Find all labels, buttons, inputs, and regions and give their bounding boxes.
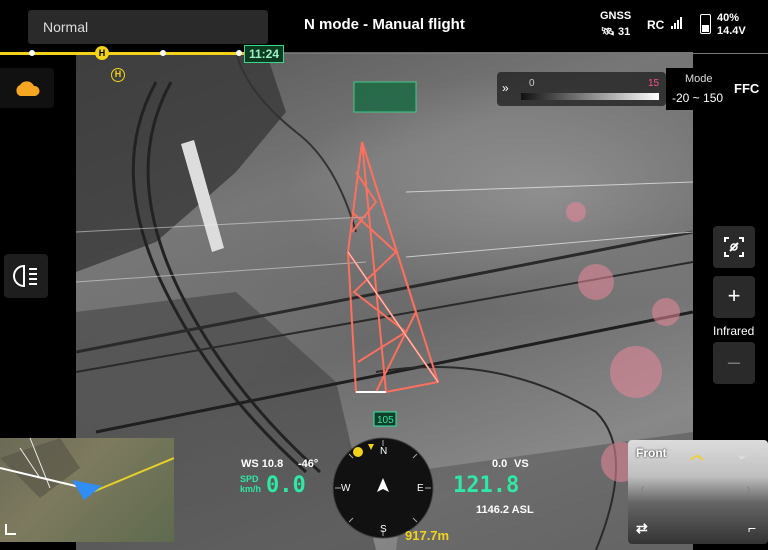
weather-button[interactable] [0, 68, 54, 108]
minimap[interactable] [0, 438, 174, 542]
home-point-icon: H [111, 68, 125, 82]
ffc-button[interactable]: FFC [734, 81, 759, 96]
wind-speed: WS 10.8 [241, 458, 284, 470]
compass-e: E [417, 483, 424, 494]
gnss-label: GNSS [600, 10, 632, 22]
route-waypoint [160, 50, 166, 56]
mode-select-value: Normal [43, 19, 89, 35]
zoom-out-button[interactable]: – [713, 342, 755, 384]
speed-unit: km/h [240, 484, 262, 494]
heading-tick: 105 [377, 415, 394, 426]
infrared-label: Infrared [713, 324, 755, 338]
compass: N E S W [331, 436, 435, 540]
gnss-sats: 🛰 31 [600, 25, 631, 38]
compass-w: W [341, 483, 351, 494]
battery-status[interactable]: 40% 14.4V [700, 12, 746, 38]
vs-value: 0.0 [492, 458, 508, 470]
expand-icon[interactable]: » [502, 81, 509, 95]
front-view-panel[interactable]: Front ︿ ⌄ ‹ › ⇄ ⌐ [628, 440, 768, 544]
home-distance: 917.7m [405, 528, 450, 543]
front-view-title: Front [636, 446, 667, 460]
altitude-value: 121.8 [453, 473, 520, 498]
thermal-mode-panel[interactable]: Mode -20 ~ 150 FFC [666, 68, 768, 110]
corner-expand-icon[interactable]: ⌐ [748, 520, 756, 536]
mode-select[interactable]: Normal [28, 10, 268, 44]
rc-status[interactable]: RC [647, 17, 683, 32]
chevron-left-icon: ‹ [640, 480, 645, 496]
tower-graphic [346, 141, 440, 393]
swap-icon[interactable]: ⇄ [636, 520, 648, 537]
compass-s: S [380, 524, 387, 535]
gnss-sats-value: 31 [617, 26, 631, 38]
minimap-graphics [0, 438, 174, 500]
minimap-expand-icon[interactable] [4, 522, 18, 536]
zoom-in-button[interactable]: + [713, 276, 755, 318]
palette-high: 15 [648, 78, 660, 89]
battery-icon [700, 14, 711, 34]
route-progress-bar [0, 50, 246, 56]
palette-low: 0 [529, 78, 535, 89]
asl-value: 1146.2 ASL [476, 504, 534, 516]
top-bar: Normal N mode - Manual flight GNSS 🛰 31 … [0, 0, 768, 52]
crosshair-icon [724, 237, 744, 257]
speed-label: SPD [240, 474, 259, 484]
flight-time-remaining: 11:24 [244, 45, 284, 63]
battery-percent: 40% [717, 12, 740, 24]
vs-label: VS [514, 458, 529, 470]
palette-gradient [521, 93, 659, 100]
speed-value: 0.0 [266, 473, 306, 498]
battery-voltage: 14.4V [717, 25, 746, 37]
chevron-right-icon: › [746, 480, 751, 496]
thermal-range: -20 ~ 150 [672, 91, 724, 105]
signal-icon [670, 17, 683, 32]
thermal-palette-bar[interactable]: » 0 15 [497, 72, 666, 106]
crosshair-button[interactable] [713, 226, 755, 268]
collapse-icon[interactable]: ⌄ [736, 446, 748, 463]
route-waypoint [236, 50, 242, 56]
rc-label: RC [647, 18, 665, 32]
route-remaining-line [246, 53, 768, 54]
chevron-up-icon[interactable]: ︿ [690, 444, 704, 464]
headlight-button[interactable] [4, 254, 48, 298]
route-waypoint [29, 50, 35, 56]
gnss-status[interactable]: GNSS 🛰 31 [600, 10, 631, 38]
compass-n: N [380, 446, 387, 457]
cloud-icon [16, 81, 40, 96]
headlight-icon [13, 264, 37, 288]
compass-dial: N E S W [332, 437, 434, 539]
flight-mode-title: N mode - Manual flight [304, 16, 465, 33]
thermal-mode-label: Mode [685, 73, 713, 85]
home-marker: H [95, 46, 109, 60]
wind-direction: -46° [298, 458, 319, 470]
satellite-icon: 🛰 [600, 26, 615, 38]
